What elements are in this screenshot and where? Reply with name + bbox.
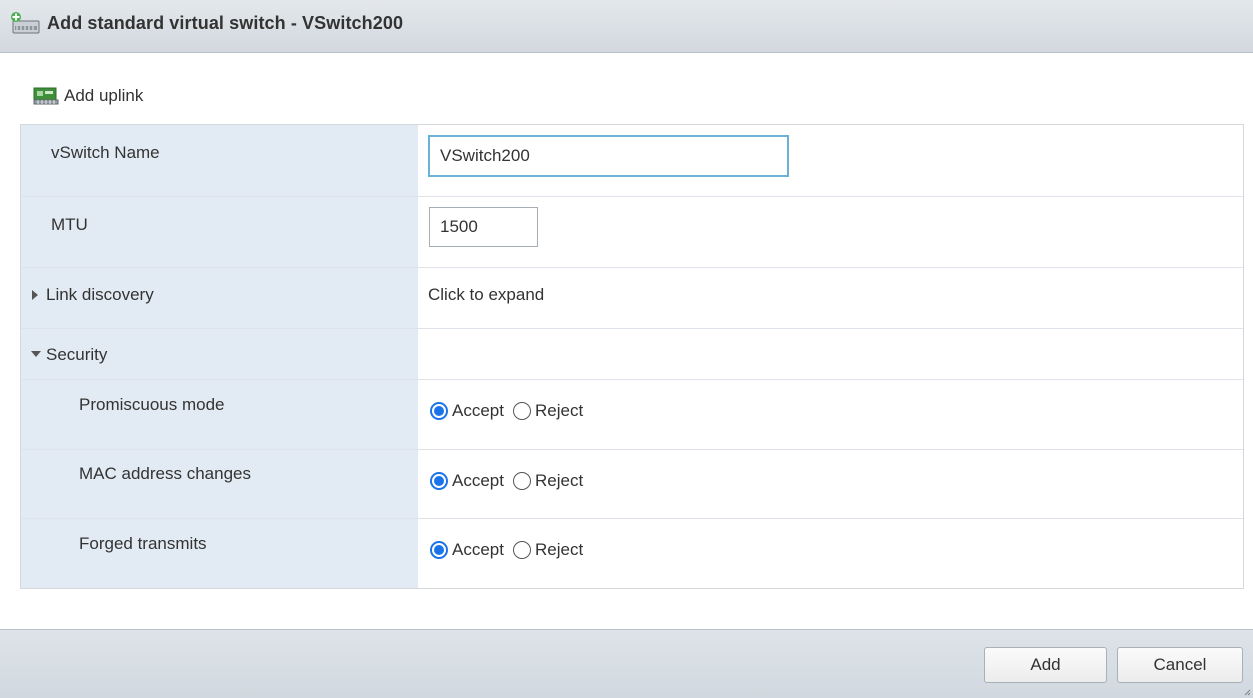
- add-button[interactable]: Add: [984, 647, 1107, 683]
- promiscuous-mode-reject-radio[interactable]: [512, 402, 531, 420]
- accept-label[interactable]: Accept: [452, 471, 504, 491]
- mac-address-changes-row: MAC address changes Accept Reject: [21, 450, 1243, 519]
- accept-label[interactable]: Accept: [452, 401, 504, 421]
- dialog-title: Add standard virtual switch - VSwitch200: [47, 13, 404, 33]
- forged-transmits-accept-radio[interactable]: [430, 541, 448, 559]
- dialog-title-bar: Add standard virtual switch - VSwitch200: [0, 0, 1253, 53]
- forged-transmits-label: Forged transmits: [79, 534, 207, 553]
- mtu-row: MTU: [21, 197, 1243, 268]
- security-label[interactable]: Security: [46, 345, 107, 365]
- security-row[interactable]: Security: [21, 329, 1243, 380]
- vswitch-settings-form: vSwitch Name MTU Link discovery Click to…: [20, 124, 1244, 589]
- link-discovery-row[interactable]: Link discovery Click to expand: [21, 268, 1243, 329]
- promiscuous-mode-radio-group: Accept Reject: [430, 401, 592, 421]
- add-uplink-button[interactable]: Add uplink: [33, 84, 143, 108]
- mtu-label: MTU: [51, 215, 88, 234]
- mac-address-changes-accept-radio[interactable]: [430, 472, 448, 490]
- mac-address-changes-reject-radio[interactable]: [512, 472, 531, 490]
- promiscuous-mode-accept-radio[interactable]: [430, 402, 448, 420]
- accept-label[interactable]: Accept: [452, 540, 504, 560]
- resize-grip-icon[interactable]: [1243, 688, 1251, 696]
- collapse-caret-icon[interactable]: [31, 351, 41, 357]
- mtu-input[interactable]: [429, 207, 538, 247]
- cancel-button[interactable]: Cancel: [1117, 647, 1243, 683]
- link-discovery-expand-hint[interactable]: Click to expand: [428, 285, 544, 305]
- forged-transmits-radio-group: Accept Reject: [430, 540, 592, 560]
- add-uplink-label: Add uplink: [64, 86, 144, 105]
- reject-label[interactable]: Reject: [535, 401, 583, 421]
- reject-label[interactable]: Reject: [535, 471, 583, 491]
- vswitch-name-row: vSwitch Name: [21, 125, 1243, 197]
- forged-transmits-row: Forged transmits Accept Reject: [21, 519, 1243, 588]
- dialog-footer: Add Cancel: [0, 629, 1253, 698]
- reject-label[interactable]: Reject: [535, 540, 583, 560]
- link-discovery-label[interactable]: Link discovery: [46, 285, 154, 305]
- mac-address-changes-radio-group: Accept Reject: [430, 471, 592, 491]
- expand-caret-icon[interactable]: [32, 290, 38, 300]
- promiscuous-mode-label: Promiscuous mode: [79, 395, 225, 414]
- mac-address-changes-label: MAC address changes: [79, 464, 251, 483]
- vswitch-name-label: vSwitch Name: [51, 143, 160, 162]
- vswitch-name-input[interactable]: [428, 135, 789, 177]
- network-adapter-icon: [33, 87, 59, 105]
- promiscuous-mode-row: Promiscuous mode Accept Reject: [21, 380, 1243, 450]
- virtual-switch-add-icon: [11, 12, 40, 34]
- forged-transmits-reject-radio[interactable]: [512, 541, 531, 559]
